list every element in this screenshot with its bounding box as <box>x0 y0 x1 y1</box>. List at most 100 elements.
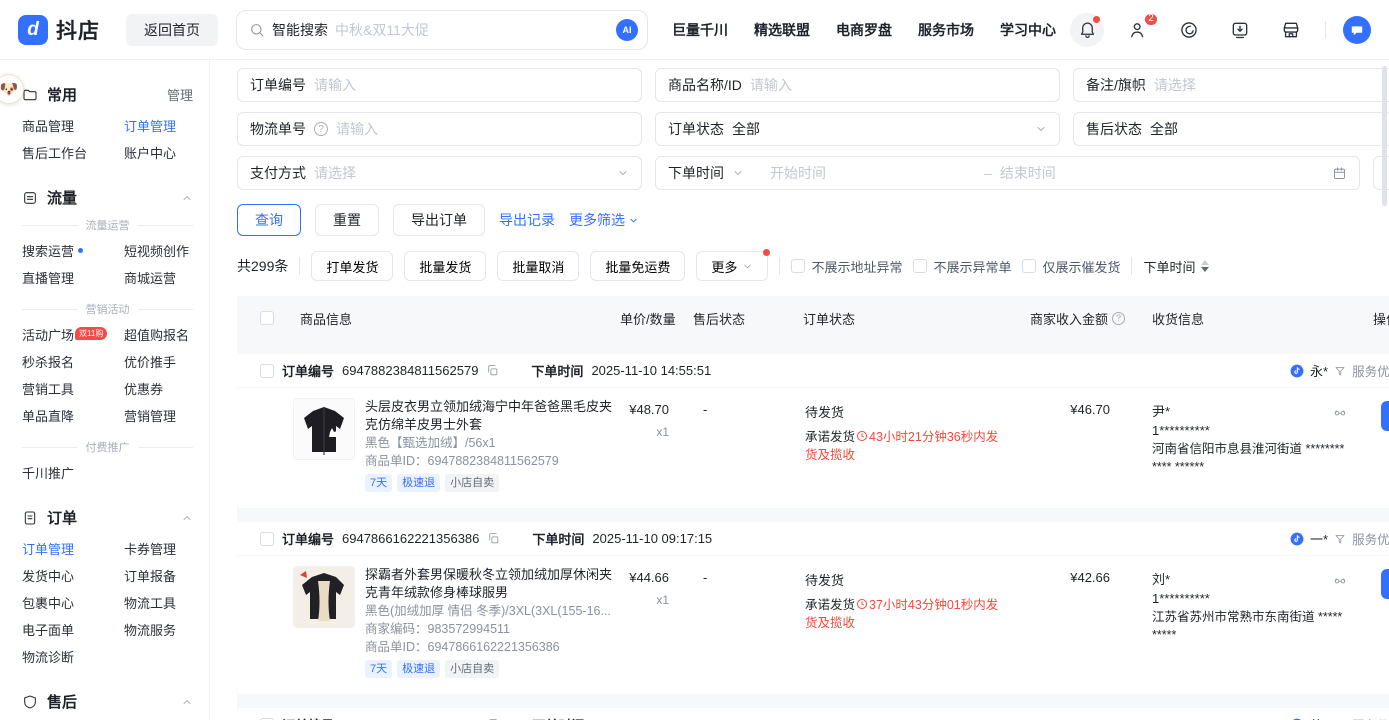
batch-free-shipping-button[interactable]: 批量免运费 <box>590 251 685 281</box>
sidebar-item-logistics-service[interactable]: 物流服务 <box>124 617 209 644</box>
order-row: 探霸者外套男保暖秋冬立领加绒加厚休闲夹克青年绒款修身棒球服男 黑色(加绒加厚 情… <box>237 556 1389 694</box>
chevron-down-icon <box>742 261 753 272</box>
storefront-icon[interactable] <box>1274 13 1308 47</box>
filter-order-no[interactable]: 订单编号请输入 <box>237 68 642 102</box>
order-checkbox[interactable] <box>260 364 274 378</box>
filter-remark-flag[interactable]: 备注/旗帜请选择 <box>1073 68 1389 102</box>
merchant-code: 983572994511 <box>428 622 511 636</box>
sidebar-item-live[interactable]: 直播管理 <box>22 265 124 292</box>
sidebar-item-seckill[interactable]: 秒杀报名 <box>22 349 124 376</box>
sidebar-item-order-report[interactable]: 订单报备 <box>124 563 209 590</box>
compass-icon[interactable] <box>1172 13 1206 47</box>
manage-link[interactable]: 管理 <box>167 85 193 104</box>
help-icon[interactable] <box>314 122 328 136</box>
batch-more-button[interactable]: 更多 <box>696 251 768 281</box>
glasses-decrypt-icon[interactable] <box>1333 573 1347 587</box>
product-title[interactable]: 头层皮衣男立领加绒海宁中年爸爸黑毛皮夹克仿绵羊皮男士外套 <box>365 398 620 434</box>
aftersale-status: - <box>693 566 798 585</box>
notification-bell-icon[interactable] <box>1070 13 1104 47</box>
chevron-up-icon[interactable] <box>181 192 193 204</box>
nav-qianchuan[interactable]: 巨量千川 <box>672 20 728 40</box>
back-home-button[interactable]: 返回首页 <box>126 14 218 46</box>
sidebar-item-qianchuan-promo[interactable]: 千川推广 <box>22 460 124 487</box>
primary-action-button[interactable] <box>1381 401 1389 431</box>
buyer-name[interactable]: 仙* <box>1310 715 1328 720</box>
sidebar-item-aftersale-desk[interactable]: 售后工作台 <box>22 140 124 167</box>
chevron-up-icon[interactable] <box>181 696 193 708</box>
sidebar-item-price-push[interactable]: 优价推手 <box>124 349 209 376</box>
sidebar-item-marketing-tools[interactable]: 营销工具 <box>22 376 124 403</box>
sidebar-item-mall-ops[interactable]: 商城运营 <box>124 265 209 292</box>
hide-abnormal-address-checkbox[interactable]: 不展示地址异常 <box>791 257 902 276</box>
order-time-sorter[interactable]: 下单时间 <box>1143 257 1208 276</box>
batch-ship-button[interactable]: 批量发货 <box>404 251 486 281</box>
sidebar-item-card-coupon[interactable]: 卡券管理 <box>124 536 209 563</box>
nav-jingxuan[interactable]: 精选联盟 <box>754 20 810 40</box>
select-all-checkbox[interactable] <box>260 311 274 325</box>
vertical-scrollbar[interactable] <box>1382 66 1387 206</box>
export-orders-button[interactable]: 导出订单 <box>393 204 485 236</box>
merchant-income: ¥46.70 <box>1030 398 1152 417</box>
order-number: 6947882384811562579 <box>342 363 478 378</box>
hide-abnormal-order-checkbox[interactable]: 不展示异常单 <box>913 257 1011 276</box>
sidebar-item-account[interactable]: 账户中心 <box>124 140 209 167</box>
ai-search-icon[interactable]: AI <box>616 19 638 41</box>
sidebar-item-value-buy[interactable]: 超值购报名 <box>124 322 209 349</box>
copy-icon[interactable] <box>487 532 500 545</box>
sidebar-item-search-ops[interactable]: 搜索运营 <box>22 238 124 265</box>
tag-fast-refund: 极速退 <box>397 474 440 492</box>
top-nav: 巨量千川 精选联盟 电商罗盘 服务市场 学习中心 <box>672 20 1056 40</box>
sidebar-item-single-discount[interactable]: 单品直降 <box>22 403 124 430</box>
glasses-decrypt-icon[interactable] <box>1333 405 1347 419</box>
sidebar-item-ship-center[interactable]: 发货中心 <box>22 563 124 590</box>
buyer-name[interactable]: 永* <box>1310 361 1328 380</box>
reset-button[interactable]: 重置 <box>315 204 379 236</box>
smart-search-input[interactable]: 智能搜索 中秋&双11大促 AI <box>236 10 648 50</box>
nav-learning[interactable]: 学习中心 <box>1000 20 1056 40</box>
doudian-logo-text: 抖店 <box>56 15 100 45</box>
sidebar-item-package-center[interactable]: 包裹中心 <box>22 590 124 617</box>
sidebar-item-goods[interactable]: 商品管理 <box>22 113 124 140</box>
unit-price: ¥44.66 <box>620 570 669 585</box>
filter-aftersale-status[interactable]: 售后状态全部 <box>1073 112 1389 146</box>
sidebar-item-orders[interactable]: 订单管理 <box>124 113 209 140</box>
income-help-icon[interactable] <box>1112 312 1125 325</box>
sidebar-item-logistics-diagnose[interactable]: 物流诊断 <box>22 644 124 671</box>
sidebar-item-short-video[interactable]: 短视频创作 <box>124 238 209 265</box>
divider <box>299 257 300 275</box>
filter-time-range[interactable]: 下单时间 开始时间 – 结束时间 <box>655 156 1360 190</box>
sidebar-item-e-waybill[interactable]: 电子面单 <box>22 617 124 644</box>
print-ship-button[interactable]: 打单发货 <box>311 251 393 281</box>
sidebar-item-order-mgmt[interactable]: 订单管理 <box>22 536 124 563</box>
sidebar-item-marketing-mgmt[interactable]: 营销管理 <box>124 403 209 430</box>
sidebar-item-activity-plaza[interactable]: 活动广场双11购 <box>22 322 124 349</box>
sidebar-item-coupon[interactable]: 优惠券 <box>124 376 209 403</box>
filter-funnel-icon[interactable] <box>1334 365 1346 377</box>
only-urged-checkbox[interactable]: 仅展示催发货 <box>1022 257 1120 276</box>
search-placeholder: 中秋&双11大促 <box>335 20 609 40</box>
filter-funnel-icon[interactable] <box>1334 533 1346 545</box>
nav-service-market[interactable]: 服务市场 <box>918 20 974 40</box>
product-image[interactable] <box>293 566 355 628</box>
filter-product-name[interactable]: 商品名称/ID请输入 <box>655 68 1060 102</box>
order-checkbox[interactable] <box>260 532 274 546</box>
product-image[interactable] <box>293 398 355 460</box>
chevron-up-icon[interactable] <box>181 512 193 524</box>
contacts-icon[interactable]: 2 <box>1121 13 1155 47</box>
filter-order-status[interactable]: 订单状态全部 <box>655 112 1060 146</box>
copy-icon[interactable] <box>486 364 499 377</box>
product-title[interactable]: 探霸者外套男保暖秋冬立领加绒加厚休闲夹克青年绒款修身棒球服男 <box>365 566 620 602</box>
export-log-link[interactable]: 导出记录 <box>499 210 555 230</box>
batch-cancel-button[interactable]: 批量取消 <box>497 251 579 281</box>
nav-luopan[interactable]: 电商罗盘 <box>836 20 892 40</box>
more-filters-link[interactable]: 更多筛选 <box>569 210 639 230</box>
sidebar-item-logistics-tools[interactable]: 物流工具 <box>124 590 209 617</box>
primary-action-button[interactable] <box>1381 569 1389 599</box>
feige-service-icon[interactable] <box>1343 16 1371 44</box>
filter-pay-method[interactable]: 支付方式请选择 <box>237 156 642 190</box>
doudian-logo[interactable]: d 抖店 <box>18 15 100 45</box>
buyer-name[interactable]: 一* <box>1310 529 1328 548</box>
download-icon[interactable] <box>1223 13 1257 47</box>
query-button[interactable]: 查询 <box>237 204 301 236</box>
filter-tracking-no[interactable]: 物流单号 请输入 <box>237 112 642 146</box>
